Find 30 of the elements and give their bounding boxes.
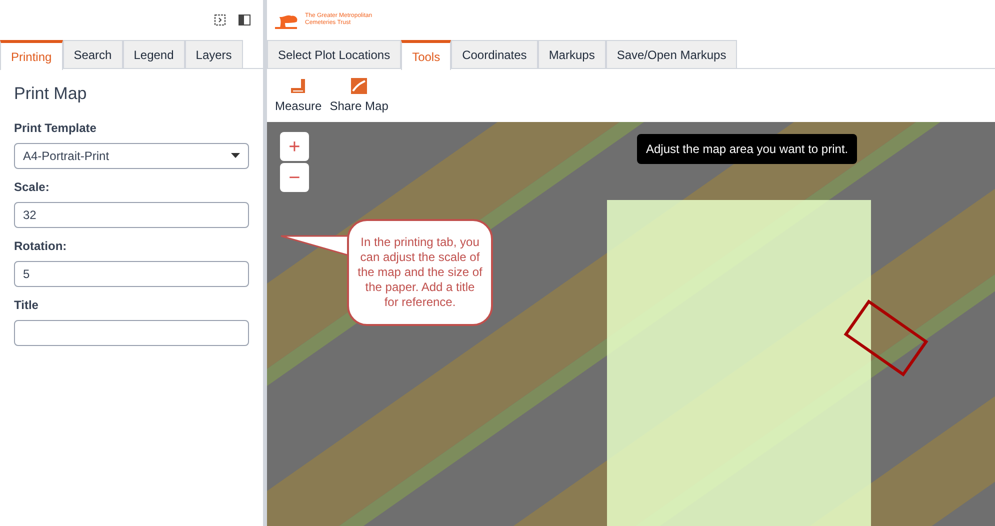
ruler-icon: [289, 77, 308, 95]
field-label: Scale:: [14, 178, 50, 196]
field-label: Rotation:: [14, 238, 68, 254]
input-field[interactable]: 32: [14, 202, 249, 228]
callout-note: In the printing tab, you can adjust the scale of the map and the size of the paper. Add a title for reference.: [347, 219, 493, 326]
panel-tab[interactable]: Legend: [122, 40, 185, 69]
map-tooltip: Adjust the map area you want to print.: [637, 134, 858, 164]
map-tab[interactable]: Select Plot Locations: [267, 40, 402, 69]
field-label: Print Template: [14, 120, 98, 136]
map-tab[interactable]: Coordinates: [451, 40, 538, 69]
measure-tool-button[interactable]: Measure: [275, 77, 322, 115]
panel-tab[interactable]: Layers: [184, 40, 243, 69]
map-tab[interactable]: Markups: [538, 40, 606, 69]
zoom-in-button[interactable]: +: [280, 132, 309, 161]
template-dropdown[interactable]: A4-Portrait-Print: [14, 142, 249, 168]
panel-tab[interactable]: Search: [62, 40, 123, 69]
collapse-panel-icon[interactable]: [214, 14, 226, 26]
field-label: Title: [14, 296, 40, 314]
panel-tab[interactable]: Printing: [0, 40, 63, 70]
share-tool-button[interactable]: Share Map: [330, 77, 388, 115]
panel-title: Print Map: [14, 83, 88, 105]
map-share-icon: [350, 77, 368, 95]
map-tab[interactable]: Save/Open Markups: [606, 40, 738, 69]
map-tab[interactable]: Tools: [401, 40, 452, 70]
map-view[interactable]: + − Adjust the map area you want to print. In the printing tab, you can adjust the scale of the map and the size of the paper. Add a title for reference.: [267, 122, 995, 526]
caret-icon: [231, 153, 240, 158]
input-field[interactable]: [14, 320, 249, 346]
zoom-out-button[interactable]: −: [280, 163, 309, 192]
split-panel-icon[interactable]: [238, 14, 251, 26]
input-field[interactable]: 5: [14, 260, 249, 286]
